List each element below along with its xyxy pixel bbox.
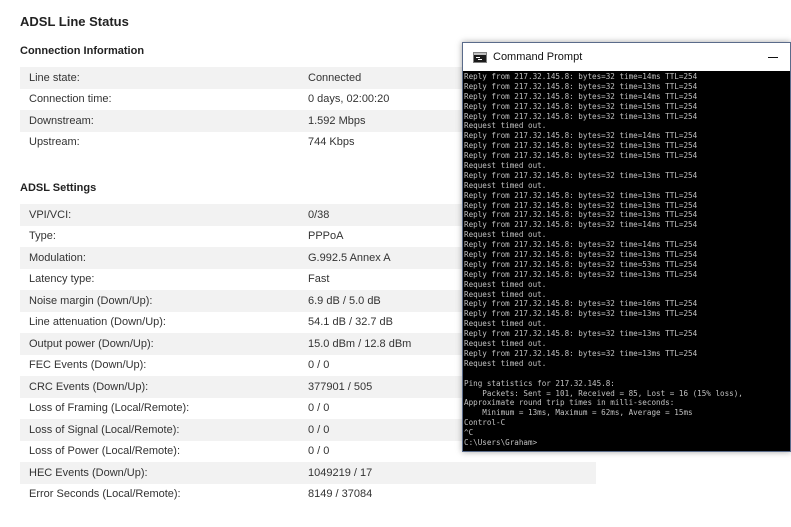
console-line: Ping statistics for 217.32.145.8: [464,378,615,388]
console-icon [473,51,487,63]
adsl-row-label: Loss of Signal (Local/Remote): [29,423,180,436]
console-line: ^C [464,428,474,438]
console-line: Request timed out. [464,358,547,368]
console-line: Reply from 217.32.145.8: bytes=32 time=5… [464,259,698,269]
adsl-row: Error Seconds (Local/Remote): 8149 / 3708… [20,483,596,505]
adsl-row: HEC Events (Down/Up): 1049219 / 17 [20,462,596,484]
console-line: Reply from 217.32.145.8: bytes=32 time=1… [464,210,698,220]
console-line: Request timed out. [464,339,547,349]
console-line: Reply from 217.32.145.8: bytes=32 time=1… [464,348,698,358]
console-line: Reply from 217.32.145.8: bytes=32 time=1… [464,151,698,161]
console-line: Reply from 217.32.145.8: bytes=32 time=1… [464,111,698,121]
console-line: Reply from 217.32.145.8: bytes=32 time=1… [464,170,698,180]
adsl-row-value: 8149 / 37084 [308,488,373,501]
page-title: ADSL Line Status [20,14,129,29]
console-line: Request timed out. [464,161,547,171]
adsl-row-label: Line attenuation (Down/Up): [29,316,166,329]
minimize-icon [768,56,778,58]
connection-row-label: Connection time: [29,93,112,106]
adsl-row-label: Type: [29,230,56,243]
adsl-row-label: Modulation: [29,251,86,264]
console-line: Packets: Sent = 101, Received = 85, Lost… [464,388,743,398]
console-line: Request timed out. [464,319,547,329]
adsl-row-label: FEC Events (Down/Up): [29,359,147,372]
console-line: Approximate round trip times in milli-se… [464,398,675,408]
adsl-row-label: Error Seconds (Local/Remote): [29,488,181,501]
console-line: Reply from 217.32.145.8: bytes=32 time=1… [464,190,698,200]
adsl-row-value: 1049219 / 17 [308,466,373,479]
console-line: Reply from 217.32.145.8: bytes=32 time=1… [464,141,698,151]
adsl-row-label: Noise margin (Down/Up): [29,294,153,307]
console-line: Reply from 217.32.145.8: bytes=32 time=1… [464,329,698,339]
connection-section-title: Connection Information [20,45,145,57]
console-line: Reply from 217.32.145.8: bytes=32 time=1… [464,131,698,141]
adsl-row-label: Latency type: [29,273,95,286]
console-line: Request timed out. [464,121,547,131]
console-line: Reply from 217.32.145.8: bytes=32 time=1… [464,299,698,309]
adsl-section-title: ADSL Settings [20,182,97,194]
command-prompt-title: Command Prompt [493,51,583,63]
connection-row-label: Upstream: [29,136,80,149]
console-line: Reply from 217.32.145.8: bytes=32 time=1… [464,91,698,101]
console-line: C:\Users\Graham> [464,437,538,447]
console-line: Minimum = 13ms, Maximum = 62ms, Average … [464,408,693,418]
command-prompt-titlebar[interactable]: Command Prompt [463,43,790,71]
adsl-row-label: VPI/VCI: [29,208,72,221]
connection-row-label: Downstream: [29,114,94,127]
adsl-row-label: Loss of Framing (Local/Remote): [29,402,190,415]
console-line: Reply from 217.32.145.8: bytes=32 time=1… [464,309,698,319]
console-line: Request timed out. [464,180,547,190]
connection-row-label: Line state: [29,71,80,84]
command-prompt-window[interactable]: Command Prompt Reply from 217.32.145.8: … [462,42,791,452]
console-output[interactable]: Reply from 217.32.145.8: bytes=32 time=1… [463,71,790,451]
adsl-row-label: CRC Events (Down/Up): [29,380,149,393]
console-line: Reply from 217.32.145.8: bytes=32 time=1… [464,101,698,111]
adsl-row-label: HEC Events (Down/Up): [29,466,148,479]
minimize-button[interactable] [756,43,790,71]
console-line: Reply from 217.32.145.8: bytes=32 time=1… [464,250,698,260]
console-line: Reply from 217.32.145.8: bytes=32 time=1… [464,240,698,250]
console-line: Reply from 217.32.145.8: bytes=32 time=1… [464,220,698,230]
console-line: Request timed out. [464,230,547,240]
console-line: Reply from 217.32.145.8: bytes=32 time=1… [464,269,698,279]
console-line: Control-C [464,418,506,428]
adsl-row-label: Loss of Power (Local/Remote): [29,445,181,458]
console-line: Reply from 217.32.145.8: bytes=32 time=1… [464,72,698,81]
console-line: Request timed out. [464,279,547,289]
adsl-row-label: Output power (Down/Up): [29,337,154,350]
console-line: Reply from 217.32.145.8: bytes=32 time=1… [464,81,698,91]
console-line: Request timed out. [464,289,547,299]
console-line: Reply from 217.32.145.8: bytes=32 time=1… [464,200,698,210]
